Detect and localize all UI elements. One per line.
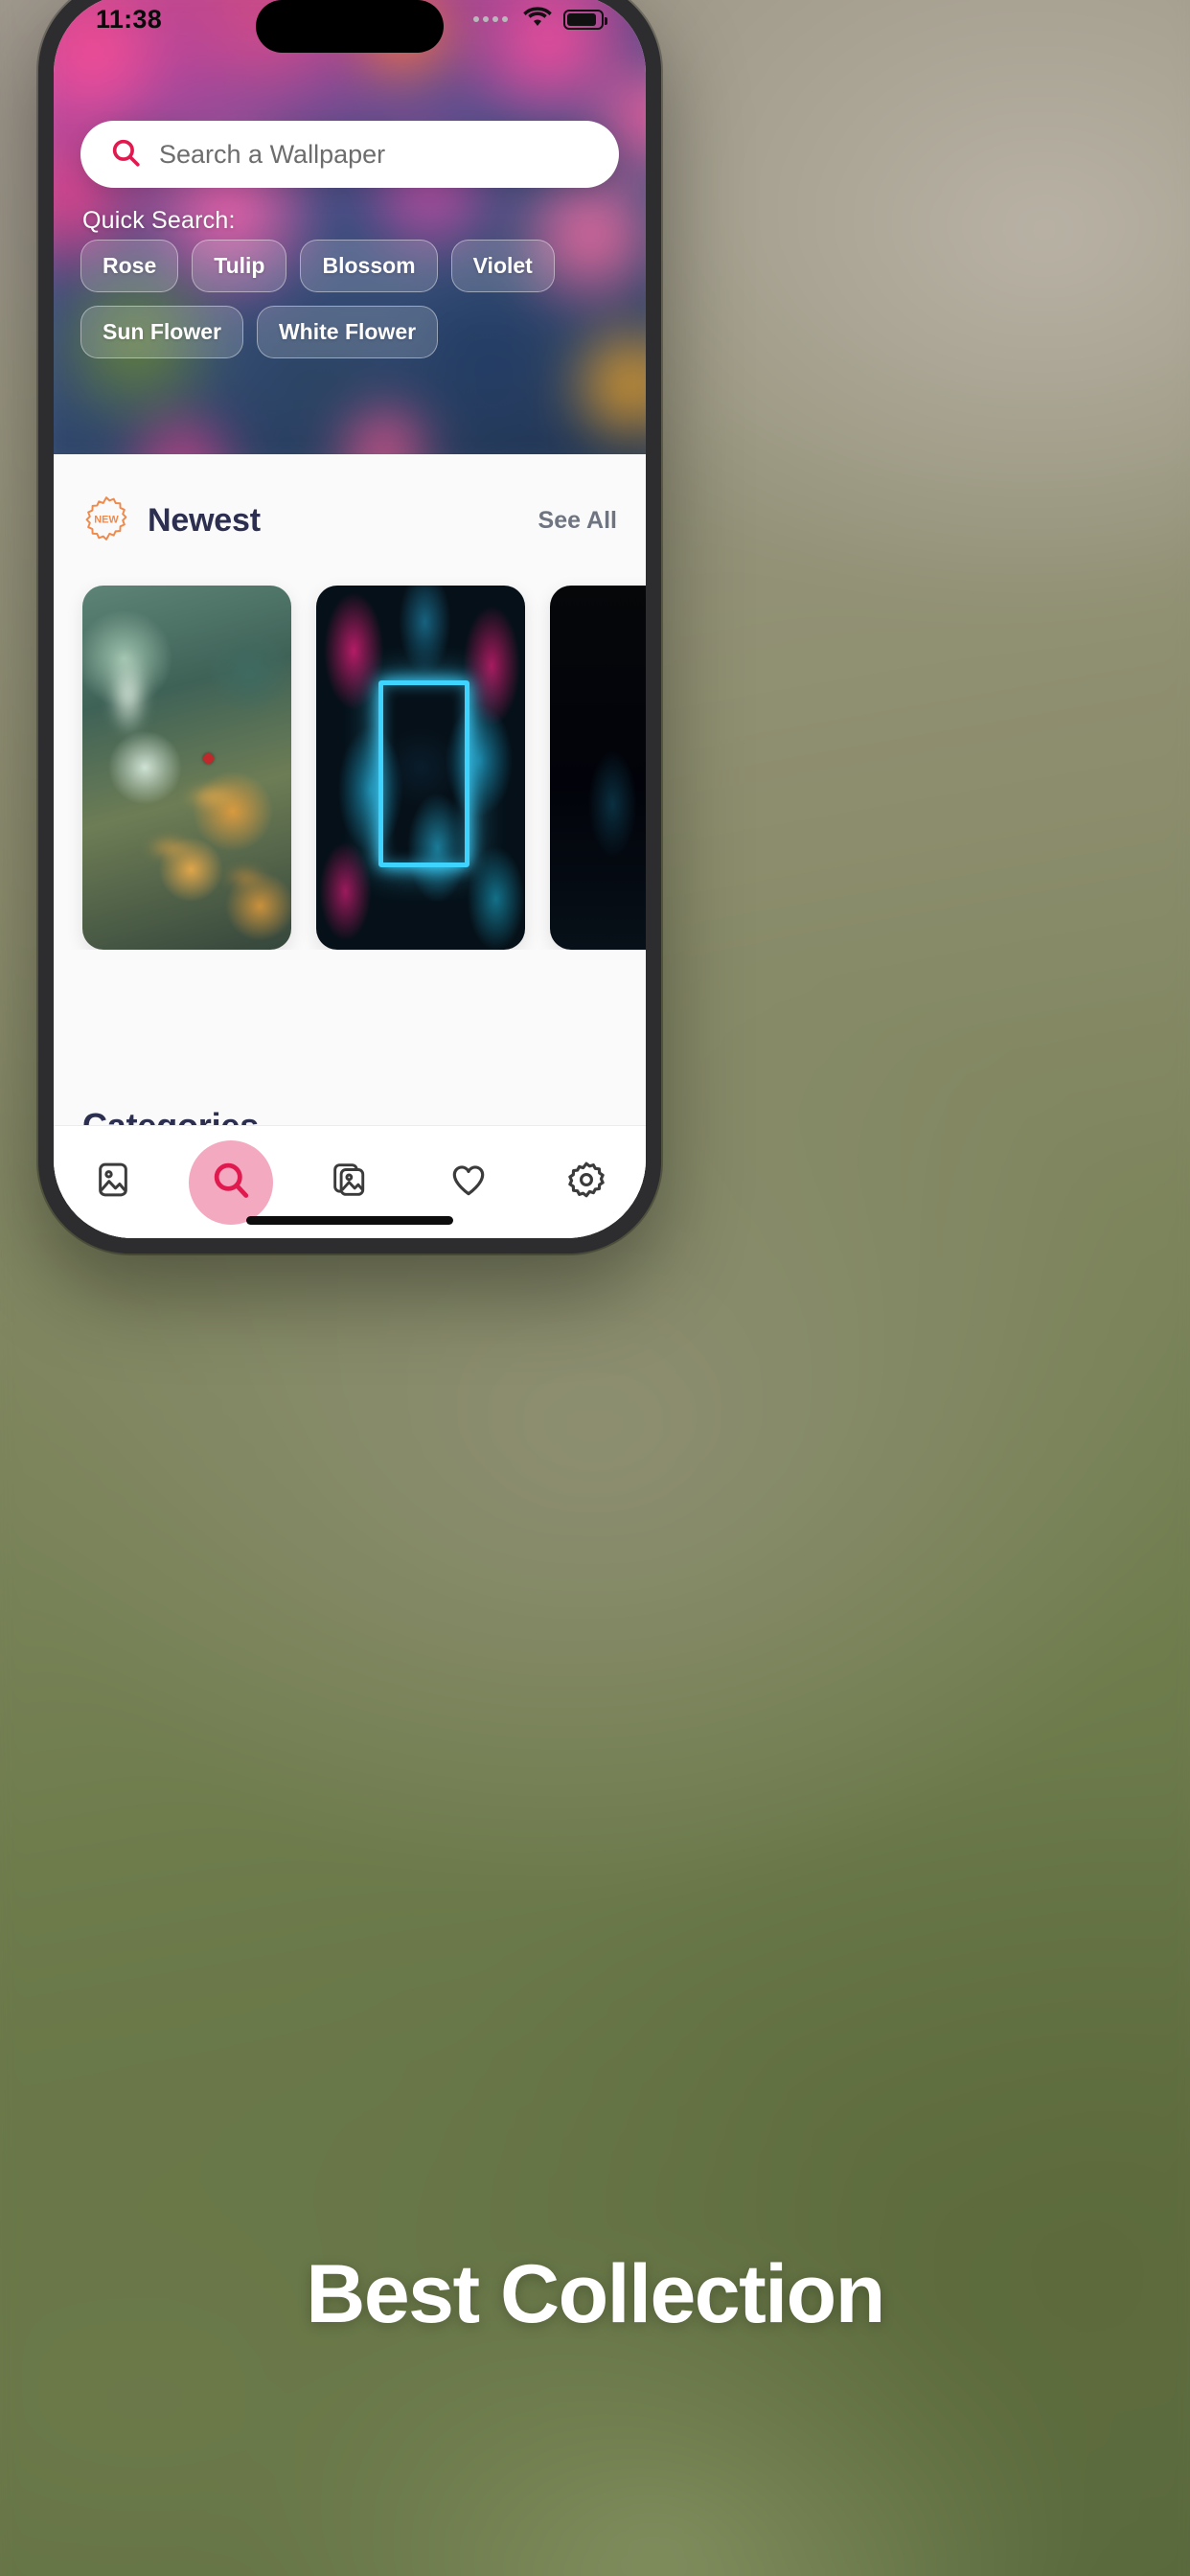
phone-screen: Search a Wallpaper Quick Search: Rose Tu… (54, 0, 646, 1238)
image-icon (94, 1161, 132, 1204)
neon-frame (378, 679, 470, 867)
quick-search-chip-tulip[interactable]: Tulip (192, 240, 287, 292)
gallery-icon (330, 1160, 370, 1205)
quick-search-chip-blossom[interactable]: Blossom (300, 240, 438, 292)
status-icons (473, 5, 607, 34)
ladybug-detail (203, 752, 215, 764)
quick-search-label: Quick Search: (82, 207, 236, 234)
page-title: Newest (148, 502, 261, 539)
caption-text: Best Collection (306, 2248, 885, 2340)
tab-settings[interactable] (542, 1138, 630, 1227)
newest-card-carousel[interactable] (54, 547, 646, 950)
gear-icon (566, 1160, 606, 1205)
status-time: 11:38 (96, 4, 163, 34)
home-indicator (246, 1216, 453, 1225)
battery-icon (563, 9, 607, 30)
quick-search-chip-violet[interactable]: Violet (450, 240, 555, 292)
tab-wallpapers[interactable] (69, 1138, 157, 1227)
heart-icon (448, 1160, 489, 1205)
dynamic-island (256, 0, 444, 53)
tab-search[interactable] (187, 1138, 275, 1227)
quick-search-chip-sun-flower[interactable]: Sun Flower (80, 306, 243, 358)
quick-search-chip-white-flower[interactable]: White Flower (256, 306, 439, 358)
tab-favorites[interactable] (424, 1138, 513, 1227)
see-all-link[interactable]: See All (538, 507, 617, 535)
wallpaper-card[interactable] (316, 586, 525, 950)
search-icon (109, 136, 142, 173)
wifi-icon (522, 5, 553, 34)
wallpaper-card[interactable] (82, 586, 291, 950)
tab-gallery[interactable] (306, 1138, 394, 1227)
quick-search-chips: Rose Tulip Blossom Violet Sun Flower Whi… (80, 240, 623, 358)
quick-search-chip-rose[interactable]: Rose (80, 240, 179, 292)
cellular-dots-icon (473, 16, 508, 22)
phone-mockup: Search a Wallpaper Quick Search: Rose Tu… (38, 0, 661, 1254)
new-badge-icon: NEW (82, 494, 130, 547)
leaf-texture (550, 586, 646, 950)
content-sheet: NEW Newest See All Cat (54, 454, 646, 1238)
newest-title-group: NEW Newest (82, 494, 261, 547)
newest-section-header: NEW Newest See All (54, 454, 646, 547)
hero-banner: Search a Wallpaper Quick Search: Rose Tu… (54, 0, 646, 454)
svg-text:NEW: NEW (94, 515, 119, 526)
search-placeholder-text: Search a Wallpaper (159, 139, 386, 169)
search-input[interactable]: Search a Wallpaper (80, 121, 619, 188)
search-icon (210, 1159, 252, 1206)
wallpaper-card[interactable] (550, 586, 646, 950)
